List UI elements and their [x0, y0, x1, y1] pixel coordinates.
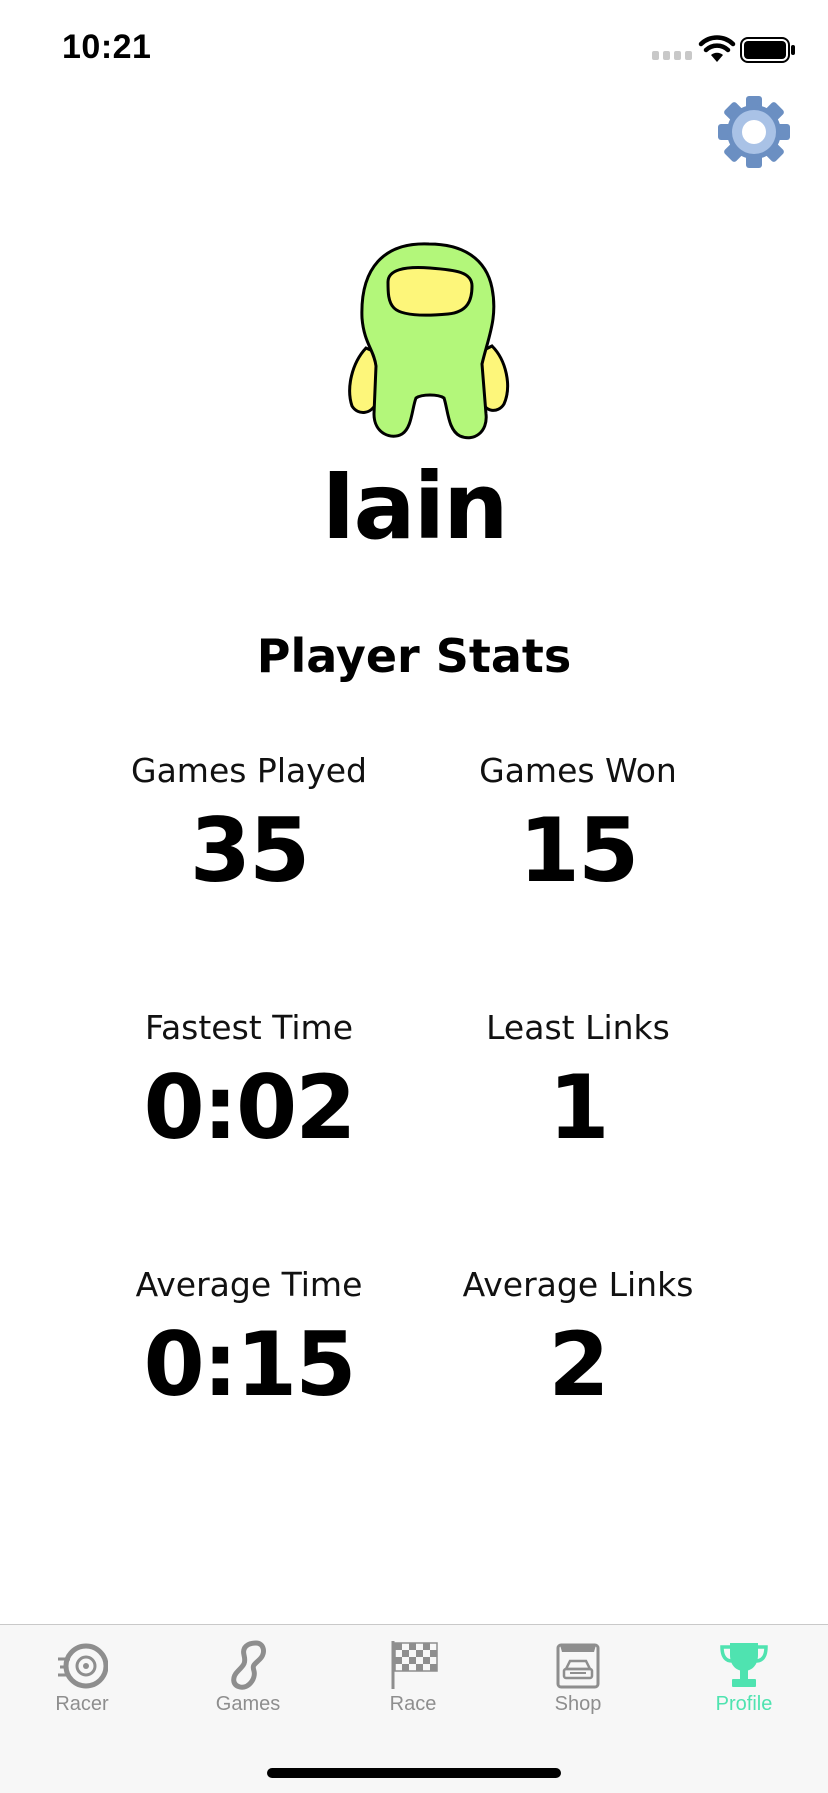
stat-label: Average Links: [462, 1265, 694, 1304]
tab-label: Profile: [715, 1693, 773, 1715]
stat-fastest-time: Fastest Time 0:02: [84, 1008, 414, 1158]
shop-car-icon: [556, 1643, 600, 1689]
home-indicator[interactable]: [267, 1768, 561, 1778]
battery-icon: [740, 37, 795, 63]
tab-games[interactable]: Games: [188, 1639, 308, 1739]
stat-label: Fastest Time: [145, 1008, 353, 1047]
status-bar: 10:21: [0, 0, 828, 100]
stat-label: Least Links: [486, 1008, 670, 1047]
stat-games-played: Games Played 35: [84, 751, 414, 901]
tire-icon: [58, 1643, 108, 1689]
tab-label: Shop: [554, 1693, 602, 1715]
status-time: 10:21: [62, 28, 152, 66]
tab-profile[interactable]: Profile: [684, 1639, 804, 1739]
cellular-signal-icon: [652, 51, 692, 60]
stat-average-time: Average Time 0:15: [84, 1265, 414, 1415]
stat-value: 1: [548, 1056, 609, 1159]
stats-title: Player Stats: [256, 629, 572, 683]
stat-value: 35: [189, 799, 310, 902]
stat-label: Games Won: [479, 751, 677, 790]
stat-value: 0:02: [143, 1056, 357, 1159]
settings-gear-icon[interactable]: [716, 94, 792, 170]
stat-value: 15: [518, 799, 639, 902]
stat-label: Games Played: [131, 751, 367, 790]
checkered-flag-icon: [391, 1641, 438, 1689]
tab-racer[interactable]: Racer: [22, 1639, 142, 1739]
username: Iain: [321, 453, 508, 560]
tab-label: Racer: [55, 1693, 109, 1715]
tab-label: Race: [389, 1693, 437, 1715]
stat-label: Average Time: [135, 1265, 363, 1304]
stat-value: 2: [548, 1313, 609, 1416]
tab-race[interactable]: Race: [353, 1639, 473, 1739]
tab-label: Games: [215, 1693, 281, 1715]
wifi-icon: [698, 35, 736, 62]
stat-least-links: Least Links 1: [413, 1008, 743, 1158]
avatar: [348, 242, 510, 440]
stat-games-won: Games Won 15: [413, 751, 743, 901]
tab-shop[interactable]: Shop: [518, 1639, 638, 1739]
trophy-icon: [720, 1643, 768, 1687]
stat-average-links: Average Links 2: [413, 1265, 743, 1415]
stat-value: 0:15: [143, 1313, 357, 1416]
track-icon: [231, 1640, 266, 1690]
